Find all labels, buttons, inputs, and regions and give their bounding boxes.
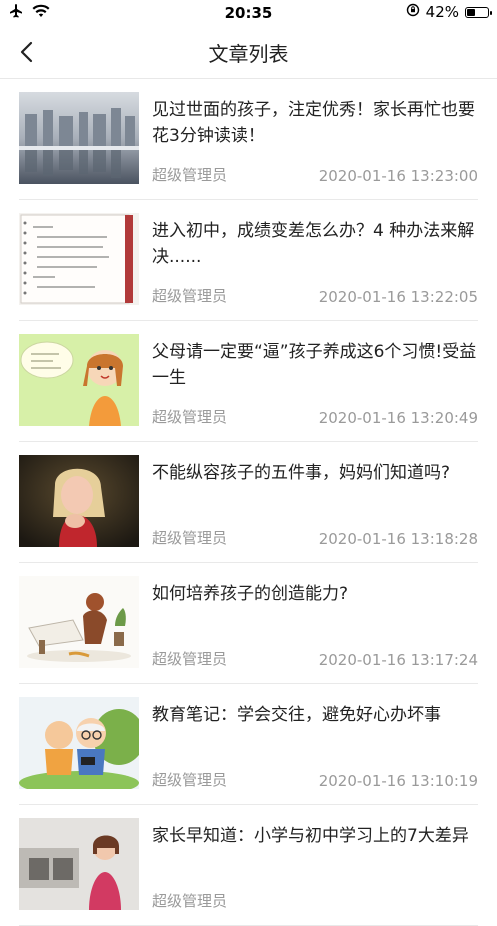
elderly-figurines-image — [19, 697, 139, 789]
page-title: 文章列表 — [208, 42, 289, 66]
cartoon-girl-image — [19, 334, 139, 426]
article-item[interactable]: 父母请一定要“逼”孩子养成这6个习惯!受益一生 超级管理员 2020-01-16… — [19, 321, 478, 442]
article-item[interactable]: 如何培养孩子的创造能力? 超级管理员 2020-01-16 13:17:24 — [19, 563, 478, 684]
battery-percent: 42% — [425, 3, 459, 21]
article-author: 超级管理员 — [152, 650, 228, 668]
crying-child-image — [19, 455, 139, 547]
article-author: 超级管理员 — [152, 408, 228, 426]
status-bar: 20:35 42% — [0, 0, 497, 26]
article-item[interactable]: 家长早知道：小学与初中学习上的7大差异 超级管理员 — [19, 805, 478, 926]
girl-classroom-image — [19, 818, 139, 910]
article-list: 见过世面的孩子，注定优秀！家长再忙也要花3分钟读读！ 超级管理员 2020-01… — [0, 79, 497, 926]
article-item[interactable]: 不能纵容孩子的五件事，妈妈们知道吗? 超级管理员 2020-01-16 13:1… — [19, 442, 478, 563]
article-author: 超级管理员 — [152, 892, 228, 910]
article-title: 如何培养孩子的创造能力? — [152, 584, 349, 604]
article-author: 超级管理员 — [152, 166, 228, 184]
article-item[interactable]: 见过世面的孩子，注定优秀！家长再忙也要花3分钟读读！ 超级管理员 2020-01… — [19, 79, 478, 200]
article-title: 教育笔记：学会交往，避免好心办坏事 — [152, 705, 441, 725]
article-item[interactable]: 进入初中，成绩变差怎么办？4 种办法来解决...... 超级管理员 2020-0… — [19, 200, 478, 321]
article-title: 不能纵容孩子的五件事，妈妈们知道吗? — [152, 463, 451, 483]
article-date: 2020-01-16 13:22:05 — [318, 288, 478, 306]
battery-icon — [465, 6, 492, 18]
city-reflection-image — [19, 92, 139, 184]
article-author: 超级管理员 — [152, 771, 228, 789]
article-date: 2020-01-16 13:20:49 — [318, 409, 478, 427]
article-item[interactable]: 教育笔记：学会交往，避免好心办坏事 超级管理员 2020-01-16 13:10… — [19, 684, 478, 805]
article-date: 2020-01-16 13:17:24 — [318, 651, 478, 669]
article-author: 超级管理员 — [152, 287, 228, 305]
article-author: 超级管理员 — [152, 529, 228, 547]
article-date: 2020-01-16 13:10:19 — [318, 772, 478, 790]
orientation-lock-icon — [406, 3, 420, 21]
article-date: 2020-01-16 13:18:28 — [318, 530, 478, 548]
article-title: 父母请一定要“逼”孩子养成这6个习惯!受益一生 — [152, 342, 477, 388]
article-title: 家长早知道：小学与初中学习上的7大差异 — [152, 826, 469, 846]
article-title: 见过世面的孩子，注定优秀！家长再忙也要花3分钟读读！ — [152, 100, 475, 146]
article-title: 进入初中，成绩变差怎么办？4 种办法来解决...... — [152, 221, 475, 267]
article-date: 2020-01-16 13:23:00 — [318, 167, 478, 185]
child-painting-illustration — [19, 576, 139, 668]
nav-bar: 文章列表 — [0, 26, 497, 79]
notebook-notes-image — [19, 213, 139, 305]
